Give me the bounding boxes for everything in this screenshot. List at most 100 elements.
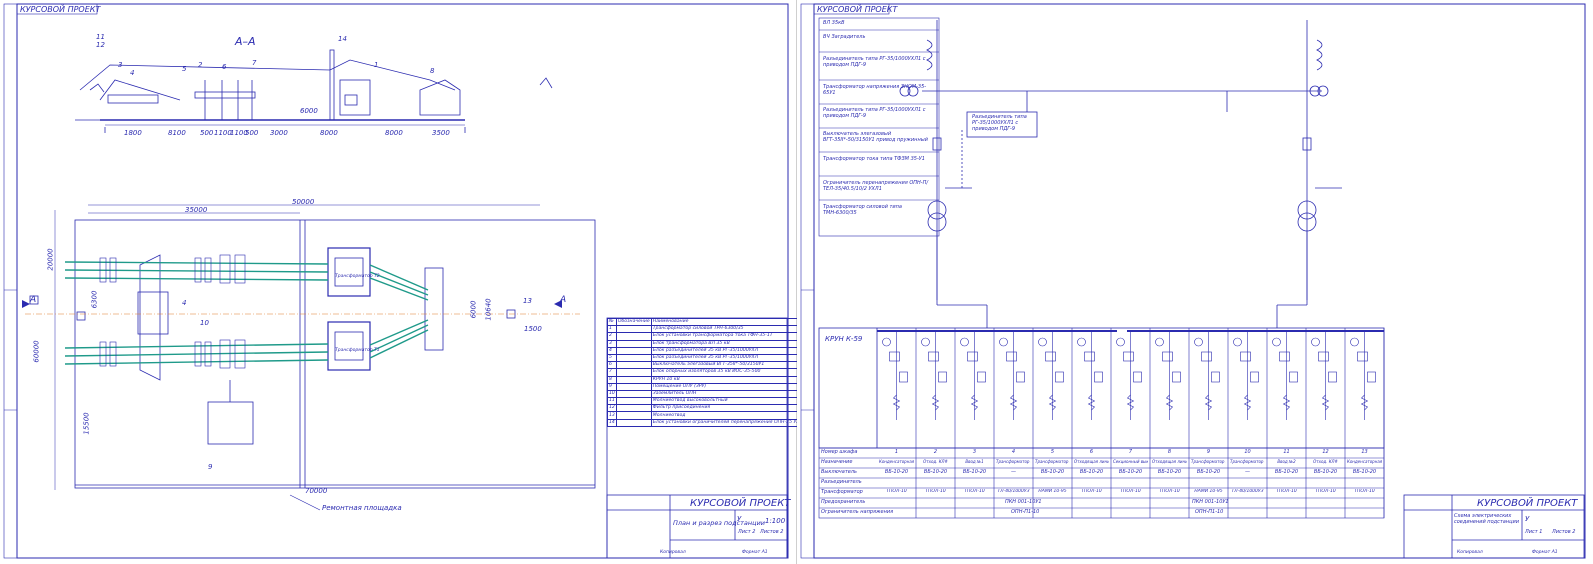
cell-no: 12 — [1322, 449, 1329, 455]
item-number: 11 — [96, 33, 105, 41]
stamp-format: Формат А1 — [1532, 550, 1558, 555]
plan-drawing — [3, 3, 789, 559]
transformer-label: Трансформатор Т1 — [335, 348, 380, 353]
cell-tt: ТПОЛ-10 — [1276, 489, 1297, 494]
legend-cell: Трансформатор силовой ТРН-6300/35 — [650, 325, 808, 334]
table-row-header: Трансформатор — [821, 489, 863, 495]
item-number: 10 — [200, 319, 209, 327]
cell-breaker — [928, 351, 939, 362]
cell-no: 7 — [1128, 449, 1133, 455]
stamp-scale: 1:100 — [765, 517, 786, 525]
legend-cell: 7 — [607, 368, 617, 377]
cell-purpose: Отходящая линия — [1074, 459, 1109, 464]
table-row-header: Разъединитель — [821, 479, 862, 485]
legend-cell — [615, 368, 652, 377]
sheet-plan-and-section: КУРСОВОЙ ПРОЕКТ A–A A A 11 12 3 4 5 2 6 … — [0, 0, 855, 564]
cell-purpose: Секционный выключатель — [1113, 459, 1148, 464]
cell-breaker: ВБ-10-20 — [1157, 469, 1182, 475]
cell-no: 6 — [1089, 449, 1094, 455]
legend-cell: 1 — [607, 325, 617, 334]
dimension: 6000 — [469, 300, 478, 319]
cell-relay-box — [1172, 371, 1181, 383]
item-number: 12 — [96, 41, 105, 49]
cell-no: 9 — [1206, 449, 1211, 455]
legend-cell: Помещение ОПУ (ЗРУ) — [650, 382, 808, 391]
legend-header-cell: № — [607, 317, 617, 327]
dimension: 1800 — [124, 129, 142, 137]
item-number: 14 — [338, 35, 347, 43]
cell-breaker — [1357, 351, 1368, 362]
kru-label: КРУН К-59 — [825, 335, 863, 343]
dimension: 1500 — [524, 325, 542, 333]
stamp-copied: Копировал — [660, 550, 686, 555]
cell-tt: ТПОЛ-10 — [1120, 489, 1141, 494]
cell-tt: ТПОЛ-10 — [1315, 489, 1336, 494]
cell-relay-box — [977, 371, 986, 383]
cell-breaker — [1045, 351, 1056, 362]
legend-line: Разъединитель типа РГ-35/1000УХЛ1 с прив… — [823, 56, 926, 68]
legend-cell: Молниеотвод высоковольтный — [650, 397, 808, 406]
cell-breaker: ВБ-10-20 — [884, 469, 909, 475]
legend-cell — [615, 418, 652, 427]
cell-tt: ТПОЛ-10 — [1081, 489, 1102, 494]
cell-breaker — [1084, 351, 1095, 362]
stamp-stage: У — [1525, 515, 1530, 523]
cell-no: 10 — [1244, 449, 1251, 455]
item-number: 9 — [208, 463, 213, 471]
stamp-sheet-title: Схема электрических соединений подстанци… — [1454, 513, 1519, 525]
road-note: Ремонтная площадка — [322, 504, 402, 512]
cell-relay-box — [938, 371, 947, 383]
item-number: 5 — [182, 65, 187, 73]
legend-cell: 6 — [607, 361, 617, 370]
legend-cell: 13 — [607, 411, 617, 420]
stamp-sheet: Лист 1 — [1525, 529, 1543, 535]
legend-cell — [615, 382, 652, 391]
legend-cell — [615, 339, 652, 348]
legend-cell — [615, 346, 652, 355]
cell-number-circle — [960, 337, 969, 347]
legend-line: Ограничитель перенапряжения ОПН-П/ТЕЛ-35… — [823, 180, 929, 192]
legend-cell: 9 — [607, 382, 617, 391]
project-tag: КУРСОВОЙ ПРОЕКТ — [20, 5, 101, 14]
cell-number-circle — [999, 337, 1008, 347]
legend-header-cell: Наименование — [650, 317, 808, 327]
cell-breaker — [1162, 351, 1173, 362]
cell-no: 3 — [972, 449, 977, 455]
legend-cell — [615, 353, 652, 363]
legend-cell: Выключатель элегазовый ВГТ-35II*-50/3150… — [650, 361, 808, 370]
cell-number-circle — [1350, 337, 1359, 347]
legend-cell: 10 — [607, 389, 617, 399]
section-label: A–A — [235, 35, 256, 48]
dimension: 500 — [200, 129, 214, 137]
legend-line: Разъединитель типа РГ-35/1000УХЛ1 с прив… — [823, 107, 926, 119]
dimension: 20000 — [46, 248, 55, 271]
stamp-sheet-title: План и разрез подстанции — [673, 519, 766, 527]
legend-cell — [615, 397, 652, 406]
legend-cell: 11 — [607, 397, 617, 406]
legend-cell: Блок установки трансформатора тока ТФН-3… — [650, 332, 808, 341]
cell-no: 2 — [933, 449, 938, 455]
item-number: 4 — [182, 299, 187, 307]
dimension: 8100 — [168, 129, 186, 137]
legend-cell — [615, 375, 652, 384]
cell-purpose: Конденсаторная — [879, 459, 914, 464]
legend-cell: Блок трансформатора ВЛ 35 кВ — [650, 339, 808, 348]
cell-number-circle — [1155, 337, 1164, 347]
cell-breaker: — — [1011, 469, 1016, 475]
cell-no: 11 — [1283, 449, 1290, 455]
legend-cell — [615, 411, 652, 420]
cell-relay-box — [1055, 371, 1064, 383]
table-row-header: Номер шкафа — [821, 449, 858, 455]
cell-breaker: ВБ-10-20 — [1196, 469, 1221, 475]
item-number: 7 — [252, 59, 257, 67]
cell-purpose: Трансформатор напряжения — [1035, 459, 1070, 464]
section-marker-right: A — [560, 295, 567, 305]
project-tag: КУРСОВОЙ ПРОЕКТ — [817, 5, 898, 14]
cell-number-circle — [1272, 337, 1281, 347]
item-number: 8 — [430, 67, 435, 75]
cell-breaker: ВБ-10-20 — [1118, 469, 1143, 475]
cell-relay-box — [1211, 371, 1220, 383]
dimension: 3000 — [270, 129, 288, 137]
cell-breaker — [967, 351, 978, 362]
dimension: 6300 — [90, 290, 99, 309]
